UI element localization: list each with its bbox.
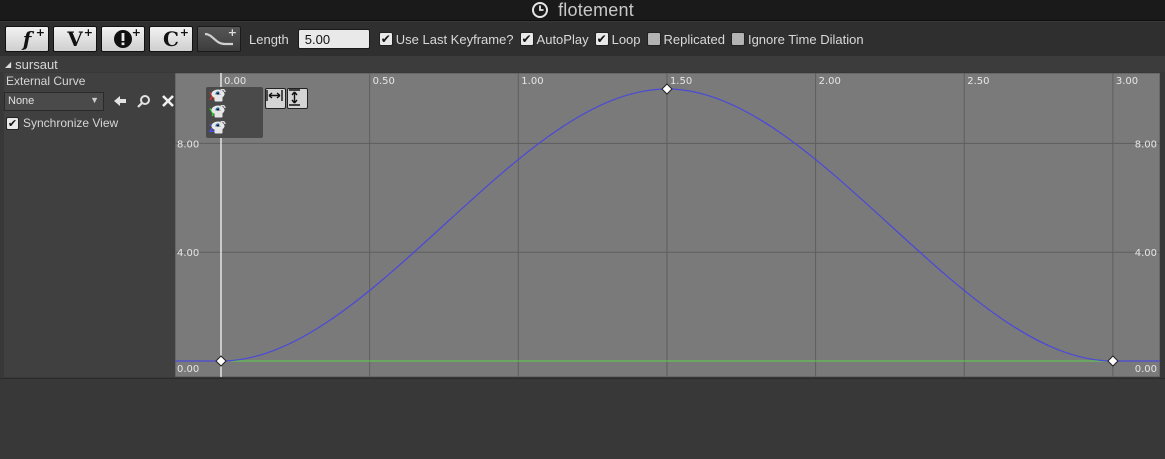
x-tick-label: 3.00 xyxy=(1116,76,1138,87)
float-track-glyph: f xyxy=(22,27,32,51)
y-tick-label-left: 8.00 xyxy=(177,139,199,150)
checkmark-icon: ✔ xyxy=(378,32,393,46)
x-tick-label: 2.50 xyxy=(967,76,989,87)
window-title: flotement xyxy=(558,0,634,20)
plus-icon: + xyxy=(83,26,93,39)
use-last-keyframe-checkbox[interactable]: ✔ Use Last Keyframe? xyxy=(378,31,514,47)
curve-graph[interactable]: 0.00 0.50 1.00 1.50 2.00 2.50 3.00 0.00 0.00 4.00… xyxy=(175,73,1160,377)
external-curve-dropdown[interactable]: None ▼ xyxy=(4,92,104,111)
y-tick-label-right: 8.00 xyxy=(1135,139,1157,150)
x-tick-label: 2.00 xyxy=(819,76,841,87)
checkmark-icon: ✔ xyxy=(594,32,609,46)
autoplay-checkbox[interactable]: ✔ AutoPlay xyxy=(519,31,589,47)
external-curve-value: None xyxy=(8,95,35,107)
plus-icon: + xyxy=(35,26,45,39)
autoplay-label: AutoPlay xyxy=(536,31,589,47)
plus-icon: + xyxy=(179,26,189,39)
track-header[interactable]: ◢ sursaut xyxy=(0,56,1165,72)
channel-visibility-panel: X Y Z xyxy=(206,87,263,138)
chevron-down-icon: ▼ xyxy=(90,95,99,105)
vector-track-glyph: V xyxy=(67,27,83,51)
plus-icon: + xyxy=(131,26,141,39)
replicated-label: Replicated xyxy=(663,31,725,47)
unlock-icon[interactable] xyxy=(214,105,226,118)
add-external-curve-button[interactable]: + xyxy=(197,26,241,52)
collapse-triangle-icon[interactable]: ◢ xyxy=(5,60,11,69)
x-tick-label: 1.50 xyxy=(670,76,692,87)
track-settings-panel: External Curve None ▼ ✔ Synchronize View xyxy=(4,73,175,377)
add-color-track-button[interactable]: C + xyxy=(149,26,193,52)
ignore-time-dilation-checkbox[interactable]: Ignore Time Dilation xyxy=(730,31,864,47)
add-float-track-button[interactable]: f + xyxy=(5,26,49,52)
channel-row-z: Z xyxy=(209,121,226,136)
color-track-glyph: C xyxy=(163,27,179,51)
fit-horizontal-icon xyxy=(266,90,283,101)
unlock-icon[interactable] xyxy=(214,89,226,102)
synchronize-view-checkbox[interactable]: ✔ Synchronize View xyxy=(6,116,118,130)
track-name: sursaut xyxy=(15,56,58,72)
y-tick-label-right: 4.00 xyxy=(1135,248,1157,259)
graph-background xyxy=(175,73,1160,377)
use-selected-arrow-icon[interactable] xyxy=(112,93,128,109)
y-tick-label-left: 4.00 xyxy=(177,248,199,259)
fit-vertical-icon xyxy=(289,89,300,106)
external-curve-label: External Curve xyxy=(6,74,86,88)
channel-row-y: Y xyxy=(209,105,226,120)
browse-magnifier-icon[interactable] xyxy=(136,93,152,109)
replicated-checkbox[interactable]: Replicated xyxy=(646,31,725,47)
fit-horizontal-button[interactable] xyxy=(265,88,286,109)
add-vector-track-button[interactable]: V + xyxy=(53,26,97,52)
event-track-icon xyxy=(114,30,132,48)
use-last-keyframe-label: Use Last Keyframe? xyxy=(395,31,514,47)
x-tick-label: 0.00 xyxy=(224,76,246,87)
empty-panel-area xyxy=(0,378,1165,459)
checkmark-icon: ✔ xyxy=(6,116,19,130)
channel-row-x: X xyxy=(209,89,226,104)
y-tick-label-right: 0.00 xyxy=(1135,364,1157,375)
add-event-track-button[interactable]: + xyxy=(101,26,145,52)
curve-graph-canvas[interactable]: 0.00 0.50 1.00 1.50 2.00 2.50 3.00 0.00 0.00 4.00… xyxy=(175,73,1160,377)
loop-checkbox[interactable]: ✔ Loop xyxy=(594,31,641,47)
length-input[interactable]: 5.00 xyxy=(297,29,370,49)
ignore-time-dilation-label: Ignore Time Dilation xyxy=(747,31,864,47)
unchecked-box xyxy=(730,32,745,46)
synchronize-view-label: Synchronize View xyxy=(23,116,119,130)
length-label: Length xyxy=(249,31,289,47)
x-tick-label: 0.50 xyxy=(373,76,395,87)
checkmark-icon: ✔ xyxy=(519,32,534,46)
clear-x-icon[interactable] xyxy=(160,93,176,109)
unlock-icon[interactable] xyxy=(214,121,226,134)
y-tick-label-left: 0.00 xyxy=(177,364,199,375)
fit-vertical-button[interactable] xyxy=(287,88,308,109)
x-tick-label: 1.00 xyxy=(521,76,543,87)
toolbar: f + V + + C + + Length 5.00 ✔ Use Last K… xyxy=(0,22,1165,56)
clock-icon xyxy=(532,2,549,18)
loop-label: Loop xyxy=(611,31,641,47)
window-titlebar: flotement xyxy=(0,0,1165,21)
unchecked-box xyxy=(646,32,661,46)
plus-icon: + xyxy=(227,26,237,39)
